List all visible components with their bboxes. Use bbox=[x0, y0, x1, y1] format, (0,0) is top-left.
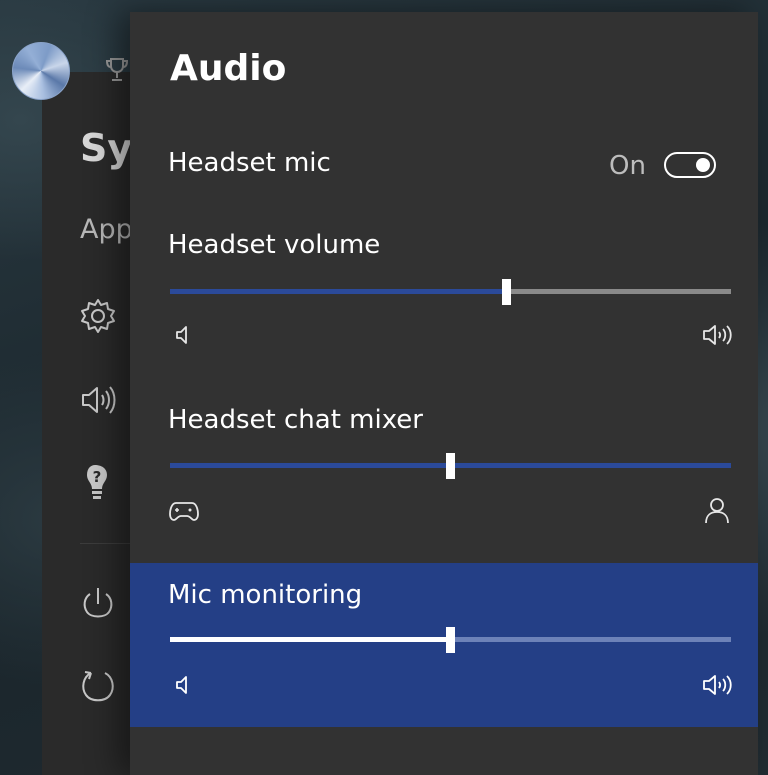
controller-icon bbox=[168, 500, 200, 522]
slider-track-filled bbox=[170, 637, 451, 642]
audio-panel: Audio Headset mic On Headset volume Head… bbox=[130, 12, 758, 775]
slider-track-filled bbox=[170, 289, 507, 294]
headset-mic-toggle[interactable] bbox=[664, 152, 716, 178]
volume-high-icon bbox=[702, 672, 734, 698]
person-icon bbox=[704, 496, 730, 524]
volume-low-icon bbox=[174, 324, 192, 346]
slider-track-filled bbox=[170, 463, 451, 468]
gear-icon[interactable] bbox=[78, 296, 118, 336]
help-icon[interactable]: ? bbox=[80, 462, 120, 502]
chat-mixer-slider[interactable] bbox=[170, 453, 731, 477]
avatar[interactable] bbox=[12, 42, 70, 100]
mic-monitoring-slider[interactable] bbox=[170, 627, 731, 651]
speaker-icon[interactable] bbox=[78, 380, 118, 420]
slider-thumb[interactable] bbox=[446, 453, 455, 479]
headset-volume-label: Headset volume bbox=[168, 230, 380, 260]
power-icon[interactable] bbox=[78, 584, 118, 624]
svg-text:?: ? bbox=[93, 468, 102, 486]
slider-track-empty bbox=[451, 463, 731, 468]
slider-track-empty bbox=[507, 289, 731, 294]
guide-divider bbox=[80, 543, 130, 544]
panel-title: Audio bbox=[170, 48, 286, 89]
slider-thumb[interactable] bbox=[502, 279, 511, 305]
guide-item-apps[interactable]: App bbox=[80, 214, 133, 245]
slider-thumb[interactable] bbox=[446, 627, 455, 653]
toggle-knob bbox=[696, 158, 710, 172]
trophy-icon[interactable] bbox=[103, 56, 131, 84]
headset-mic-label: Headset mic bbox=[168, 148, 331, 178]
restart-icon[interactable] bbox=[78, 666, 118, 706]
mic-monitoring-label: Mic monitoring bbox=[168, 580, 362, 610]
headset-volume-slider[interactable] bbox=[170, 279, 731, 303]
slider-track-empty bbox=[451, 637, 731, 642]
chat-mixer-label: Headset chat mixer bbox=[168, 405, 423, 435]
headset-mic-state: On bbox=[609, 151, 646, 181]
volume-low-icon bbox=[174, 674, 192, 696]
volume-high-icon bbox=[702, 322, 734, 348]
